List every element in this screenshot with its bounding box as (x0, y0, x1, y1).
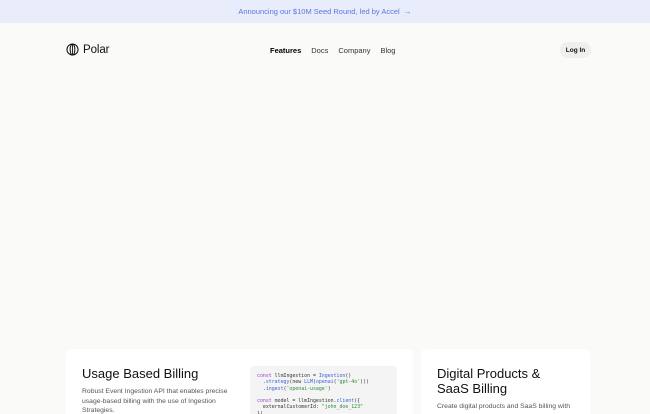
code-token: model = llmIngestion. (271, 398, 337, 405)
code-token: ({ (354, 398, 361, 405)
announcement-banner[interactable]: Announcing our $10M Seed Round, led by A… (0, 0, 650, 23)
brand-name: Polar (83, 43, 110, 56)
feature-card-title: Usage Based Billing (82, 366, 199, 381)
code-token: strategy (265, 379, 290, 386)
code-token: const (257, 398, 272, 405)
nav-link-docs[interactable]: Docs (311, 46, 328, 55)
arrow-right-icon: → (403, 7, 412, 16)
nav-link-features[interactable]: Features (270, 46, 301, 55)
login-button[interactable]: Log In (560, 42, 591, 58)
code-token: openai (315, 379, 334, 386)
feature-card-description: Robust Event Ingestion API that enables … (82, 388, 228, 414)
announcement-text[interactable]: Announcing our $10M Seed Round, led by A… (238, 7, 399, 16)
code-token: ingest (265, 385, 284, 392)
code-token: const (257, 373, 272, 379)
feature-card-title: Digital Products & SaaS Billing (437, 366, 541, 396)
code-token: llmIngestion = (271, 373, 319, 379)
feature-card-description: Create digital products and SaaS billing… (437, 403, 570, 410)
code-token: 'openai-usage' (286, 385, 328, 392)
code-token: . (257, 379, 266, 386)
nav-link-company[interactable]: Company (338, 46, 370, 55)
feature-card-digital-products: Digital Products & SaaS Billing Create d… (421, 349, 590, 414)
code-token: LLM (304, 379, 313, 386)
code-token: "john_doe_123" (321, 404, 364, 411)
nav-link-blog[interactable]: Blog (380, 46, 395, 55)
brand-logo[interactable]: Polar (66, 43, 109, 56)
code-token: 'gpt-4o' (336, 379, 361, 386)
code-snippet: const llmIngestion = Ingestion() .strate… (250, 366, 397, 414)
code-token: ))) (360, 379, 369, 386)
code-token: Ingestion (318, 373, 346, 379)
code-token: . (257, 385, 266, 392)
code-token: client (336, 398, 355, 405)
code-token: externalCustomerId: (257, 404, 322, 411)
top-navigation: Polar Features Docs Company Blog Log In (0, 23, 650, 79)
nav-links: Features Docs Company Blog (270, 46, 395, 55)
code-token: ) (327, 385, 331, 392)
polar-logo-icon (66, 43, 79, 56)
code-token: () (345, 373, 352, 379)
code-token: (new (289, 379, 305, 386)
